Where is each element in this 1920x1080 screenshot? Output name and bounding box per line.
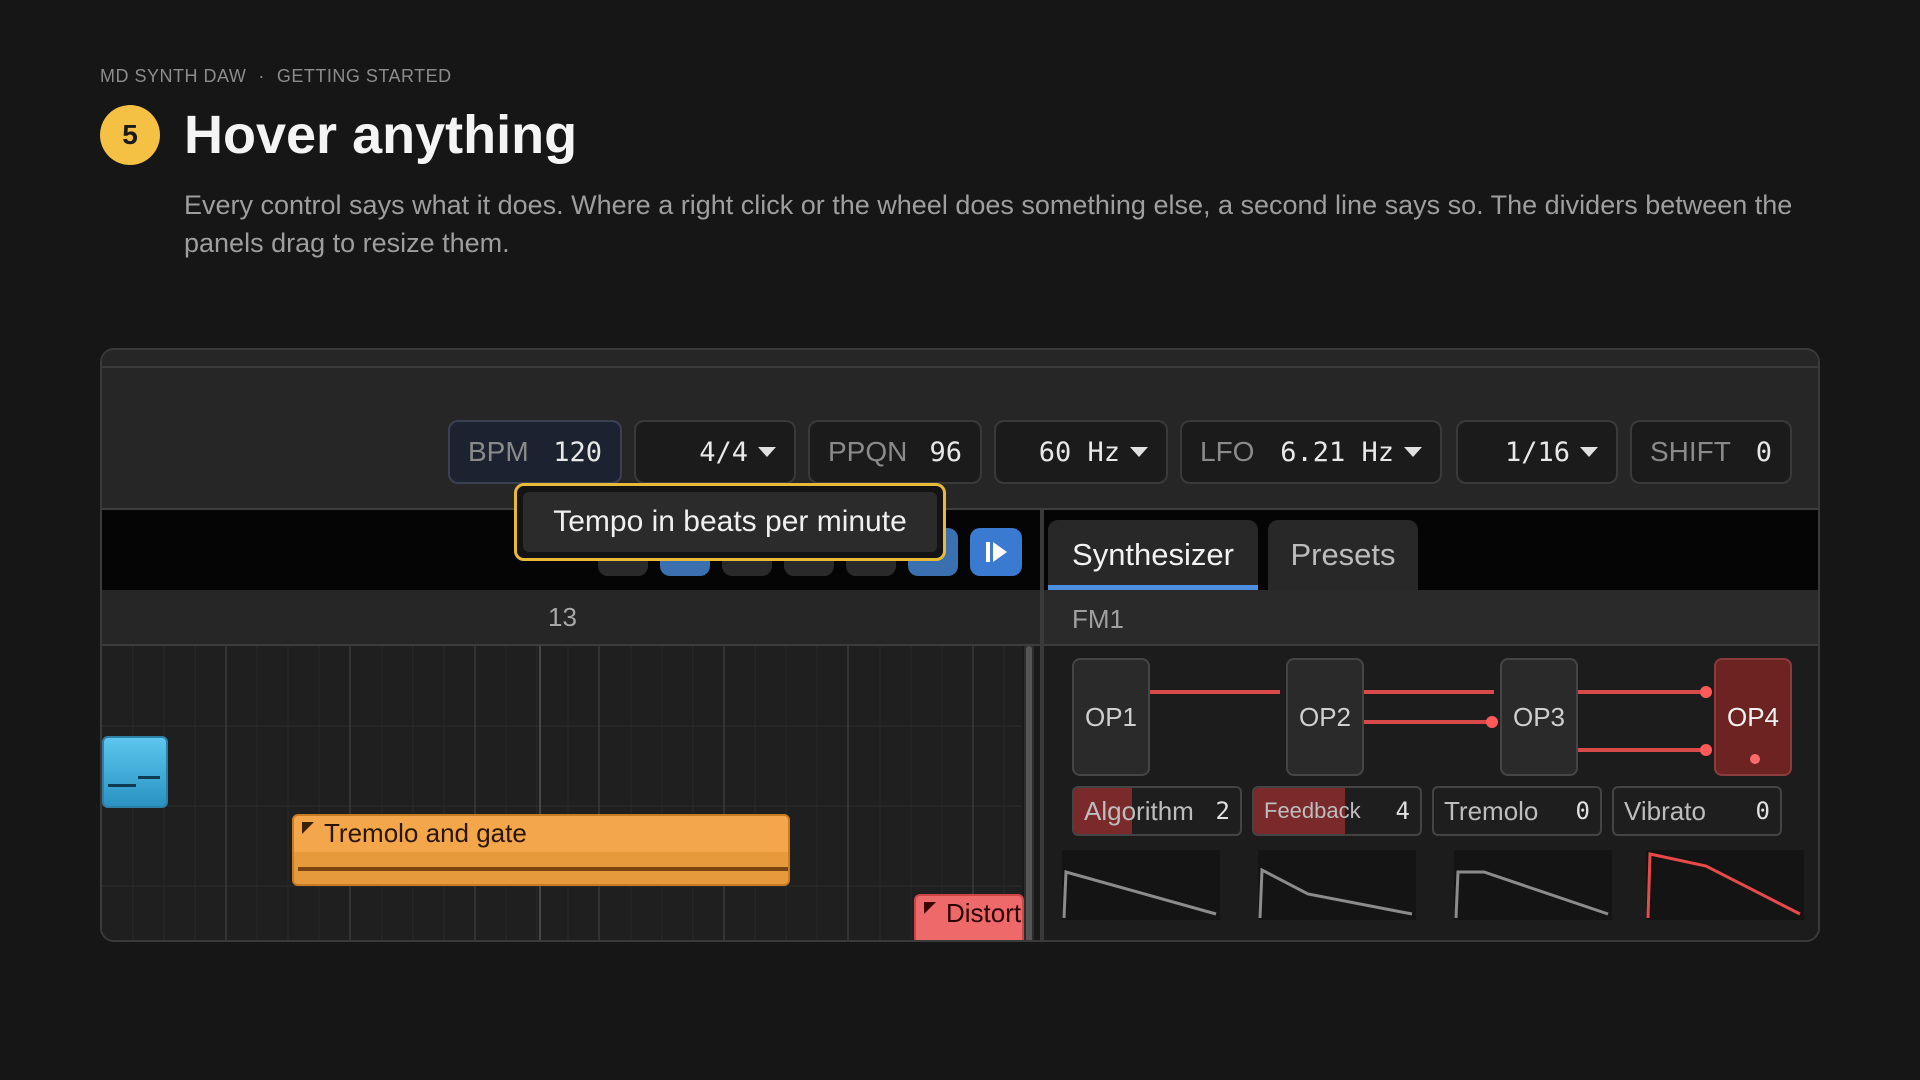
- param-label: Tremolo: [1444, 795, 1539, 826]
- envelope-graph: [1062, 870, 1217, 919]
- chevron-down-icon: [1130, 447, 1148, 457]
- scrollbar-thumb[interactable]: [1026, 646, 1032, 940]
- feedback-slider[interactable]: Feedback 4: [1252, 786, 1422, 836]
- param-label: Vibrato: [1624, 795, 1706, 826]
- envelope-graph: [1646, 852, 1801, 919]
- param-value: 4: [1395, 797, 1410, 825]
- vibrato-slider[interactable]: Vibrato 0: [1612, 786, 1782, 836]
- timeline-ruler[interactable]: 13: [102, 590, 1040, 646]
- window-top-strip: [102, 350, 1818, 368]
- breadcrumb: MD SYNTH DAW · GETTING STARTED: [100, 66, 452, 87]
- chevron-down-icon: [758, 447, 776, 457]
- breadcrumb-section: GETTING STARTED: [276, 66, 452, 86]
- shift-label: SHIFT: [1650, 436, 1731, 467]
- tooltip-text: Tempo in beats per minute: [523, 492, 937, 552]
- grid-lines: [102, 646, 1022, 940]
- ppqn-value: 96: [929, 436, 962, 468]
- time-signature-value: 4/4: [699, 436, 748, 468]
- envelope-op4[interactable]: [1646, 850, 1804, 920]
- breadcrumb-separator: ·: [258, 66, 265, 86]
- quantize-value: 1/16: [1504, 436, 1570, 468]
- track-grid[interactable]: Tremolo and gate Distort: [102, 646, 1024, 940]
- clip-name: Tremolo and gate: [324, 818, 527, 848]
- operator-op3[interactable]: OP3: [1500, 658, 1578, 776]
- param-value: 2: [1215, 797, 1230, 825]
- envelope-op3[interactable]: [1454, 850, 1612, 920]
- bpm-field[interactable]: BPM 120: [448, 420, 622, 484]
- active-dot-icon: [1750, 754, 1760, 764]
- clip-corner-icon: [924, 902, 936, 914]
- play-icon: [986, 542, 1007, 562]
- param-value: 0: [1755, 797, 1770, 825]
- lfo-field[interactable]: LFO 6.21 Hz: [1180, 420, 1442, 484]
- envelope-op1[interactable]: [1062, 850, 1220, 920]
- chevron-down-icon: [1404, 447, 1422, 457]
- clip-note: [108, 784, 136, 787]
- operator-op4[interactable]: OP4: [1714, 658, 1792, 776]
- bpm-label: BPM: [468, 436, 529, 467]
- operator-label: OP4: [1726, 701, 1780, 732]
- ppqn-label: PPQN: [828, 436, 908, 467]
- clip-automation-line: [298, 867, 788, 871]
- tremolo-slider[interactable]: Tremolo 0: [1432, 786, 1602, 836]
- page-description: Every control says what it does. Where a…: [184, 190, 1793, 258]
- bpm-tooltip: Tempo in beats per minute: [514, 483, 946, 561]
- daw-window: BPM 120 4/4 PPQN 96 60 Hz LFO 6.21 Hz 1/…: [100, 348, 1820, 942]
- param-label: Feedback: [1264, 798, 1361, 823]
- play-button[interactable]: [970, 528, 1022, 576]
- clip-note: [138, 776, 160, 779]
- operator-op1[interactable]: OP1: [1072, 658, 1150, 776]
- ppqn-field[interactable]: PPQN 96: [808, 420, 982, 484]
- param-label: Algorithm: [1084, 795, 1194, 826]
- breadcrumb-app: MD SYNTH DAW: [100, 66, 247, 86]
- time-signature-select[interactable]: 4/4: [634, 420, 796, 484]
- bpm-value: 120: [553, 436, 602, 468]
- operator-op2[interactable]: OP2: [1286, 658, 1364, 776]
- shift-field[interactable]: SHIFT 0: [1630, 420, 1792, 484]
- step-badge: 5: [100, 105, 160, 165]
- envelope-op2[interactable]: [1258, 850, 1416, 920]
- toolbar: BPM 120 4/4 PPQN 96 60 Hz LFO 6.21 Hz 1/…: [102, 368, 1818, 510]
- synth-pane: Synthesizer Presets FM1 OP1 OP2 OP3 OP4 …: [1044, 510, 1818, 940]
- clip-corner-icon: [302, 822, 314, 834]
- clip-tremolo-and-gate[interactable]: Tremolo and gate: [292, 814, 790, 886]
- shift-value: 0: [1755, 436, 1772, 468]
- quantize-select[interactable]: 1/16: [1456, 420, 1618, 484]
- clip-name: Distort: [946, 898, 1022, 928]
- rate-select[interactable]: 60 Hz: [994, 420, 1168, 484]
- envelope-graph: [1454, 870, 1609, 919]
- vertical-scrollbar[interactable]: [1024, 646, 1034, 940]
- algorithm-slider[interactable]: Algorithm 2: [1072, 786, 1242, 836]
- lfo-label: LFO: [1200, 436, 1255, 467]
- page-title: Hover anything: [184, 105, 578, 165]
- ruler-bar-number: 13: [548, 602, 577, 632]
- envelope-graph: [1258, 867, 1413, 919]
- chevron-down-icon: [1580, 447, 1598, 457]
- lfo-value: 6.21 Hz: [1280, 436, 1394, 468]
- clip-blue[interactable]: [102, 736, 168, 808]
- param-value: 0: [1575, 797, 1590, 825]
- rate-value: 60 Hz: [1038, 436, 1120, 468]
- clip-distort[interactable]: Distort: [914, 894, 1024, 940]
- arrangement-pane: 13 Tremolo and gate Distort: [102, 510, 1040, 940]
